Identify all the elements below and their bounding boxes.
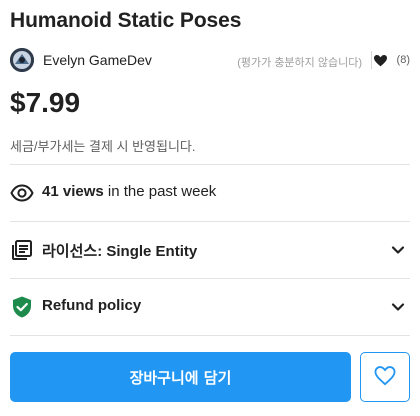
tax-note: 세금/부가세는 결제 시 반영됩니다. xyxy=(10,139,196,154)
publisher-avatar[interactable] xyxy=(10,48,34,72)
product-sidebar: Humanoid Static Poses Evelyn GameDev (평가… xyxy=(10,0,410,416)
license-row[interactable]: 라이선스: Single Entity xyxy=(10,222,410,278)
chevron-down-icon[interactable] xyxy=(390,299,406,315)
views-suffix: in the past week xyxy=(103,183,217,200)
views-row: 41 views in the past week xyxy=(10,165,410,221)
heart-icon xyxy=(374,54,387,67)
refund-row[interactable]: Refund policy xyxy=(10,279,410,335)
shield-check-icon xyxy=(10,295,34,319)
divider xyxy=(371,51,372,69)
wishlist-button[interactable] xyxy=(360,352,410,402)
favorite-count: (8) xyxy=(396,54,410,66)
product-title: Humanoid Static Poses xyxy=(10,9,242,32)
refund-label: Refund policy xyxy=(42,297,142,314)
publisher-row: Evelyn GameDev (평가가 충분하지 않습니다) (8) xyxy=(10,47,410,73)
publisher-name[interactable]: Evelyn GameDev xyxy=(43,52,152,68)
license-label: 라이선스: Single Entity xyxy=(42,243,198,260)
rating-status: (평가가 충분하지 않습니다) xyxy=(237,57,362,69)
eye-icon xyxy=(10,181,34,205)
views-text: 41 views in the past week xyxy=(42,183,216,200)
price: $7.99 xyxy=(10,87,81,118)
add-to-cart-button[interactable]: 장바구니에 담기 xyxy=(10,352,351,402)
divider xyxy=(10,335,410,336)
chevron-down-icon[interactable] xyxy=(390,242,406,258)
views-count: 41 views xyxy=(42,183,104,200)
license-document-icon xyxy=(10,238,34,262)
heart-outline-icon xyxy=(374,365,396,389)
